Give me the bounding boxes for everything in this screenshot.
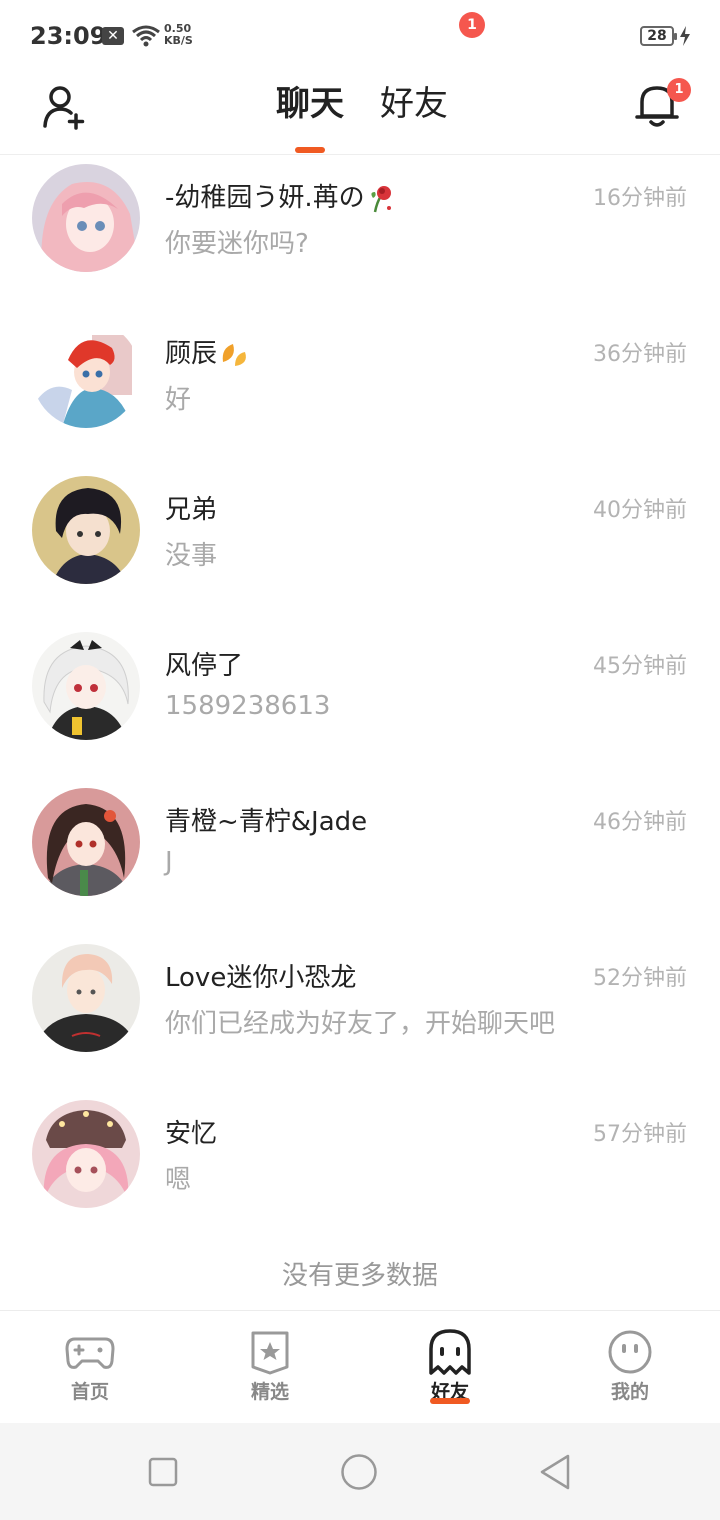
nav-profile[interactable]: 我的 <box>540 1311 720 1424</box>
tab-friends[interactable]: 好友 <box>380 82 448 126</box>
add-friend-icon[interactable] <box>40 82 88 130</box>
active-tab-indicator <box>295 147 325 153</box>
chat-row[interactable]: 青橙~青柠&Jade J 46分钟前 <box>0 779 720 935</box>
nav-featured[interactable]: 精选 <box>180 1311 360 1424</box>
system-navigation-bar <box>0 1423 720 1520</box>
battery-level: 28 <box>647 28 667 44</box>
face-icon <box>608 1330 652 1374</box>
chat-row[interactable]: 安忆 嗯 57分钟前 <box>0 1091 720 1247</box>
contact-name: 顾辰 <box>165 333 251 370</box>
message-time: 16分钟前 <box>593 186 687 211</box>
message-time: 40分钟前 <box>593 498 687 523</box>
status-time: 23:09 <box>30 22 107 50</box>
avatar[interactable] <box>32 164 140 272</box>
message-preview: 没事 <box>165 541 218 571</box>
avatar[interactable] <box>32 320 140 428</box>
contact-name: Love迷你小恐龙 <box>165 963 357 993</box>
message-time: 36分钟前 <box>593 342 687 367</box>
chat-row[interactable]: 顾辰 好 36分钟前 <box>0 311 720 467</box>
rose-icon <box>371 185 391 212</box>
contact-name: -幼稚园う妍.苒の <box>165 177 395 214</box>
recents-icon[interactable] <box>147 1456 179 1488</box>
top-header: 聊天 好友 1 <box>0 72 720 155</box>
friends-badge: 1 <box>459 12 485 38</box>
contact-name: 兄弟 <box>165 495 218 525</box>
status-bar: 23:09 ✕ 0.50 KB/S 28 <box>0 0 720 72</box>
network-speed: 0.50 KB/S <box>164 23 193 47</box>
avatar[interactable] <box>32 944 140 1052</box>
message-time: 57分钟前 <box>593 1122 687 1147</box>
avatar[interactable] <box>32 476 140 584</box>
active-nav-indicator <box>430 1398 470 1404</box>
contact-name-text: 顾辰 <box>165 339 218 369</box>
message-preview: 1589238613 <box>165 691 331 721</box>
chat-row[interactable]: 兄弟 没事 40分钟前 <box>0 467 720 623</box>
chat-row[interactable]: -幼稚园う妍.苒の 你要迷你吗? 16分钟前 <box>0 155 720 311</box>
gamepad-icon <box>65 1337 115 1369</box>
contact-name: 安忆 <box>165 1119 218 1149</box>
avatar[interactable] <box>32 788 140 896</box>
message-time: 45分钟前 <box>593 654 687 679</box>
nav-label: 首页 <box>70 1381 109 1403</box>
avatar[interactable] <box>32 632 140 740</box>
leaves-icon <box>222 343 246 366</box>
notification-x-icon: ✕ <box>102 27 124 45</box>
contact-name: 青橙~青柠&Jade <box>165 807 368 837</box>
avatar[interactable] <box>32 1100 140 1208</box>
nav-friends[interactable]: 好友 <box>360 1311 540 1424</box>
nav-label: 精选 <box>250 1381 289 1403</box>
chat-row[interactable]: 风停了 1589238613 45分钟前 <box>0 623 720 779</box>
notification-badge: 1 <box>667 78 691 102</box>
tab-chat[interactable]: 聊天 <box>276 82 344 126</box>
speed-unit: KB/S <box>164 34 193 47</box>
star-card-icon <box>251 1331 289 1375</box>
message-preview: 你们已经成为好友了，开始聊天吧 <box>165 1009 556 1039</box>
message-preview: 嗯 <box>165 1165 192 1195</box>
nav-label: 我的 <box>610 1381 649 1403</box>
message-preview: J <box>165 847 173 877</box>
battery-icon: 28 <box>640 26 677 46</box>
ghost-icon <box>429 1329 471 1375</box>
wifi-icon <box>132 25 160 47</box>
nav-home[interactable]: 首页 <box>0 1311 180 1424</box>
chat-row[interactable]: Love迷你小恐龙 你们已经成为好友了，开始聊天吧 52分钟前 <box>0 935 720 1091</box>
bottom-navigation: 首页 精选 好友 我的 <box>0 1310 720 1424</box>
message-time: 46分钟前 <box>593 810 687 835</box>
back-icon[interactable] <box>538 1453 574 1491</box>
message-time: 52分钟前 <box>593 966 687 991</box>
message-preview: 你要迷你吗? <box>165 229 309 259</box>
no-more-data-text: 没有更多数据 <box>281 1261 438 1291</box>
message-preview: 好 <box>165 385 192 415</box>
contact-name: 风停了 <box>165 651 244 681</box>
contact-name-text: -幼稚园う妍.苒の <box>165 183 365 213</box>
charging-icon <box>680 26 690 46</box>
home-icon[interactable] <box>340 1453 378 1491</box>
